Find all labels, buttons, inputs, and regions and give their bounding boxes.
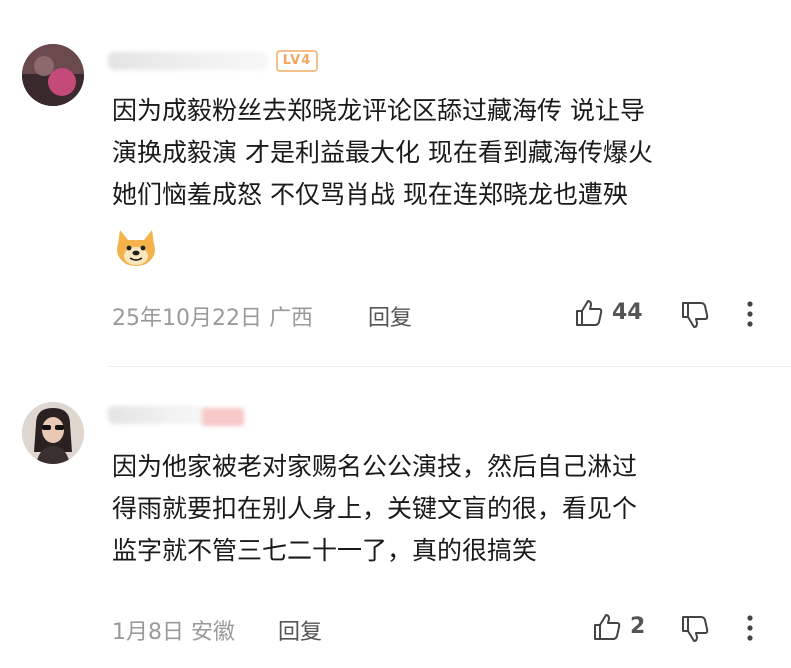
like-count: 2 <box>630 614 646 639</box>
comment-item: 因为他家被老对家赐名公公演技，然后自己淋过 得雨就要扣在别人身上，关键文盲的很，… <box>0 368 791 668</box>
more-icon[interactable] <box>747 615 753 641</box>
comment-date-location: 1月8日 安徽 <box>112 620 235 645</box>
like-count: 44 <box>612 300 643 325</box>
comment-date-location: 25年10月22日 广西 <box>112 306 313 331</box>
reply-button[interactable]: 回复 <box>278 614 322 646</box>
comment-line: 她们恼羞成怒 不仅骂肖战 现在连郑晓龙也遭殃 <box>112 180 628 209</box>
comment-item: LV4 因为成毅粉丝去郑晓龙评论区舔过藏海传 说让导 演换成毅演 才是利益最大化… <box>0 0 791 368</box>
comment-divider <box>108 366 791 367</box>
user-badge <box>202 408 244 426</box>
reply-button[interactable]: 回复 <box>368 300 412 332</box>
level-badge: LV4 <box>276 50 318 72</box>
dislike-icon[interactable] <box>680 300 710 330</box>
comment-line: 因为他家被老对家赐名公公演技，然后自己淋过 <box>112 452 638 481</box>
dislike-icon[interactable] <box>680 614 710 644</box>
comment-text: 因为成毅粉丝去郑晓龙评论区舔过藏海传 说让导 演换成毅演 才是利益最大化 现在看… <box>112 90 762 216</box>
comment-line: 因为成毅粉丝去郑晓龙评论区舔过藏海传 说让导 <box>112 96 645 125</box>
comment-text: 因为他家被老对家赐名公公演技，然后自己淋过 得雨就要扣在别人身上，关键文盲的很，… <box>112 446 762 572</box>
more-icon[interactable] <box>747 301 753 327</box>
username[interactable] <box>108 52 268 70</box>
avatar[interactable] <box>22 44 84 106</box>
comment-line: 监字就不管三七二十一了，真的很搞笑 <box>112 536 538 565</box>
comment-line: 得雨就要扣在别人身上，关键文盲的很，看见个 <box>112 494 638 523</box>
doge-emoji <box>114 226 158 268</box>
avatar[interactable] <box>22 402 84 464</box>
like-icon[interactable] <box>592 612 622 642</box>
comment-line: 演换成毅演 才是利益最大化 现在看到藏海传爆火 <box>112 138 653 167</box>
username[interactable] <box>108 406 208 424</box>
like-icon[interactable] <box>574 298 604 328</box>
